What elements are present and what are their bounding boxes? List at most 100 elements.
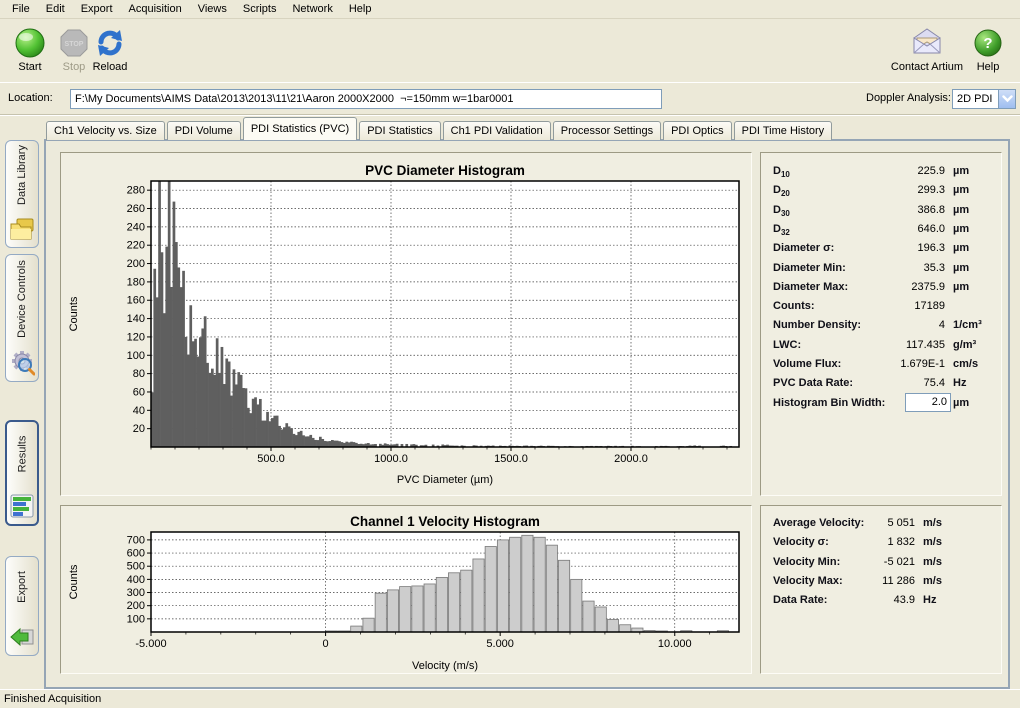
stat-value: 299.3: [861, 184, 945, 196]
menu-item-scripts[interactable]: Scripts: [235, 1, 285, 17]
menu-item-file[interactable]: File: [4, 1, 38, 17]
stat-label: Average Velocity:: [773, 517, 864, 529]
histogram-bin-width-input[interactable]: [905, 393, 951, 412]
stat-row: Velocity σ:1 832m/s: [761, 534, 1001, 553]
bar-chart-icon: [9, 493, 35, 519]
menu-item-edit[interactable]: Edit: [38, 1, 73, 17]
pvc-diameter-histogram-panel: 2040608010012014016018020022024026028050…: [60, 152, 752, 496]
x-axis-label: Velocity (m/s): [412, 660, 478, 672]
sidebar-item-device-controls[interactable]: Device Controls: [5, 254, 39, 382]
y-axis-label: Counts: [68, 296, 80, 331]
x-tick-label: 0: [323, 638, 329, 650]
start-icon: [13, 26, 47, 60]
y-tick-label: 260: [127, 203, 145, 215]
contact-artium-button[interactable]: Contact Artium: [888, 24, 966, 80]
stat-value: 1.679E-1: [861, 358, 945, 370]
stat-label: D20: [773, 184, 790, 198]
chevron-down-icon[interactable]: [998, 90, 1015, 108]
sidebar-item-export[interactable]: Export: [5, 556, 39, 656]
stat-row: Velocity Max:11 286m/s: [761, 573, 1001, 592]
tab-pdi-statistics-pvc-[interactable]: PDI Statistics (PVC): [243, 117, 357, 140]
stat-label: LWC:: [773, 339, 801, 351]
y-tick-label: 700: [127, 534, 145, 546]
stat-value: 1 832: [861, 536, 915, 548]
stat-row: Diameter σ:196.3µm: [761, 240, 1001, 259]
stat-value: 75.4: [861, 377, 945, 389]
tab-pdi-optics[interactable]: PDI Optics: [663, 121, 732, 140]
stat-label: Counts:: [773, 300, 815, 312]
stat-label: Number Density:: [773, 319, 861, 331]
help-button[interactable]: ?Help: [966, 24, 1010, 80]
reload-icon: [93, 26, 127, 60]
help-icon: ?: [971, 26, 1005, 60]
y-tick-label: 280: [127, 185, 145, 197]
stat-unit: µm: [953, 262, 969, 274]
stat-label: Volume Flux:: [773, 358, 841, 370]
menu-bar: FileEditExportAcquisitionViewsScriptsNet…: [0, 0, 1020, 19]
stat-row: Volume Flux: 1.679E-1 cm/s: [761, 356, 1001, 375]
stat-row: PVC Data Rate:75.4Hz: [761, 375, 1001, 394]
stat-value: 386.8: [861, 204, 945, 216]
location-row: Location: Doppler Analysis: 2D PDI: [0, 82, 1020, 114]
sidebar-item-results[interactable]: Results: [5, 420, 39, 526]
sidebar-item-icon: [9, 350, 35, 376]
stat-unit: µm: [953, 281, 969, 293]
stat-unit: cm/s: [953, 358, 978, 370]
stat-label: Diameter Max:: [773, 281, 848, 293]
tab-ch1-velocity-vs-size[interactable]: Ch1 Velocity vs. Size: [46, 121, 165, 140]
stat-value: 196.3: [861, 242, 945, 254]
stat-unit: Hz: [923, 594, 936, 606]
tab-pdi-statistics[interactable]: PDI Statistics: [359, 121, 440, 140]
menu-item-export[interactable]: Export: [73, 1, 121, 17]
separator: [0, 114, 1020, 116]
menu-item-acquisition[interactable]: Acquisition: [121, 1, 190, 17]
tab-pdi-volume[interactable]: PDI Volume: [167, 121, 241, 140]
stat-value: 43.9: [861, 594, 915, 606]
stat-label: Histogram Bin Width:: [773, 397, 885, 409]
menu-item-views[interactable]: Views: [190, 1, 235, 17]
y-tick-label: 60: [133, 386, 145, 398]
reload-button[interactable]: Reload: [82, 24, 138, 80]
sidebar-item-label: Data Library: [16, 145, 28, 205]
doppler-analysis-value: 2D PDI: [953, 93, 998, 105]
stat-row: D30386.8µm: [761, 202, 1001, 221]
chart-title: Channel 1 Velocity Histogram: [350, 514, 540, 529]
reload-label: Reload: [82, 61, 138, 73]
folder-icon: [9, 216, 35, 242]
sidebar-item-data-library[interactable]: Data Library: [5, 140, 39, 248]
x-tick-label: 10.000: [658, 638, 692, 650]
stat-unit: µm: [953, 223, 969, 235]
x-tick-label: 500.0: [257, 453, 285, 465]
x-tick-label: 5.000: [486, 638, 514, 650]
velocity-stats-panel: Average Velocity:5 051m/sVelocity σ:1 83…: [760, 505, 1002, 674]
y-tick-label: 140: [127, 313, 145, 325]
sidebar-item-label: Export: [16, 571, 28, 603]
stat-value: 11 286: [861, 575, 915, 587]
stat-row: Counts: 17189: [761, 298, 1001, 317]
stat-value: 2375.9: [861, 281, 945, 293]
menu-item-help[interactable]: Help: [341, 1, 380, 17]
tab-processor-settings[interactable]: Processor Settings: [553, 121, 661, 140]
y-tick-label: 180: [127, 276, 145, 288]
y-tick-label: 600: [127, 548, 145, 560]
envelope-icon: [910, 26, 944, 60]
stat-unit: µm: [953, 397, 969, 409]
doppler-analysis-select[interactable]: 2D PDI: [952, 89, 1016, 109]
toolbar: StartSTOPStopReloadContact Artium?Help: [0, 20, 1020, 82]
stat-value: 5 051: [861, 517, 915, 529]
sidebar: Data Library Device Controls Results Export: [0, 116, 44, 689]
status-text: Finished Acquisition: [4, 693, 101, 705]
x-tick-label: 1500.0: [494, 453, 528, 465]
menu-item-network[interactable]: Network: [284, 1, 340, 17]
stat-label: Data Rate:: [773, 594, 827, 606]
location-input[interactable]: [70, 89, 662, 109]
stat-unit: m/s: [923, 517, 942, 529]
sidebar-item-icon: [9, 216, 35, 242]
stat-unit: µm: [953, 204, 969, 216]
stat-unit: m/s: [923, 536, 942, 548]
tab-pdi-time-history[interactable]: PDI Time History: [734, 121, 833, 140]
stat-value: 17189: [861, 300, 945, 312]
sidebar-item-label: Device Controls: [16, 260, 28, 338]
y-tick-label: 100: [127, 350, 145, 362]
tab-ch1-pdi-validation[interactable]: Ch1 PDI Validation: [443, 121, 551, 140]
